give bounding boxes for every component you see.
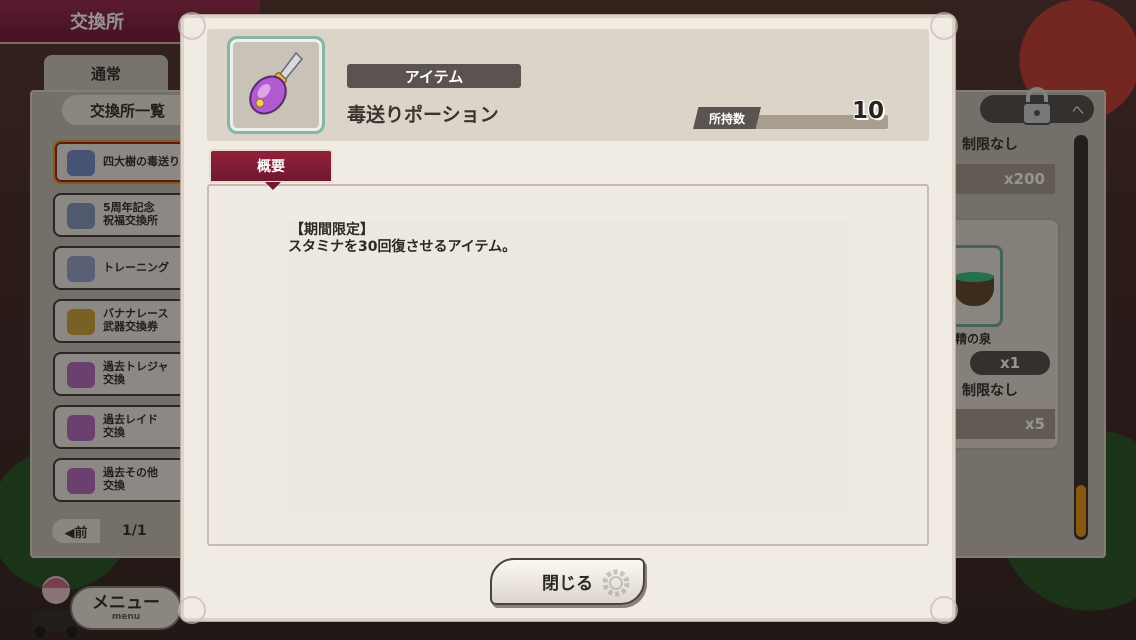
poison-potion-icon — [249, 51, 304, 115]
close-button-label: 閉じる — [542, 574, 593, 594]
corner-ornament — [178, 12, 206, 40]
description-body: スタミナを30回復させるアイテム。 — [288, 239, 517, 255]
corner-ornament — [930, 596, 958, 624]
owned-count-value: 10 — [851, 98, 884, 124]
item-type-badge: アイテム — [347, 64, 521, 88]
close-button[interactable]: 閉じる — [490, 558, 645, 605]
item-icon-frame — [227, 36, 325, 134]
corner-ornament — [930, 12, 958, 40]
corner-ornament — [178, 596, 206, 624]
gear-icon — [602, 569, 630, 597]
item-name: 毒送りポーション — [347, 104, 499, 126]
tab-summary[interactable]: 概要 — [209, 149, 333, 190]
owned-count-label: 所持数 — [693, 107, 761, 129]
description-inner — [288, 222, 848, 512]
